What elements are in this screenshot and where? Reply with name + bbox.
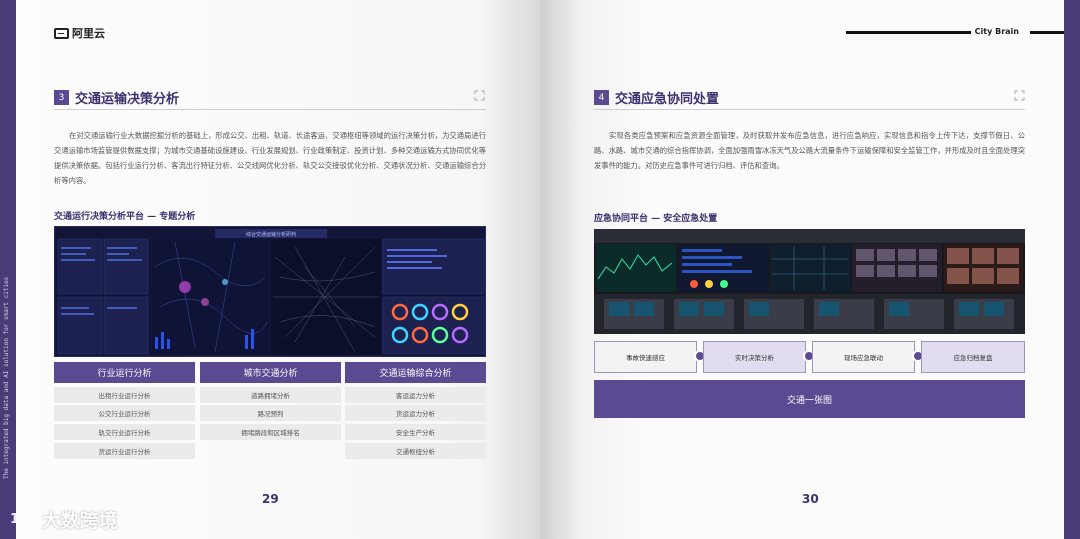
page-number: 29	[262, 492, 279, 506]
flow-step-2: 实时决策分析	[703, 341, 806, 373]
list-item: 出租行业运行分析	[54, 387, 195, 403]
section-number: 4	[594, 90, 609, 105]
right-page: City Brain 4 交通应急协同处置 实现各类应急预案和应急资源全面管理，…	[540, 0, 1064, 539]
list-item: 轨交行业运行分析	[54, 424, 195, 440]
section-heading: 4 交通应急协同处置	[594, 88, 719, 107]
section-rule	[54, 109, 486, 110]
section-title: 交通运输决策分析	[75, 92, 180, 107]
control-room-photo	[594, 229, 1025, 334]
section-number: 3	[54, 90, 69, 105]
book-spread: The integrated big data and AI solution …	[0, 0, 1080, 539]
control-room-graphic	[594, 229, 1025, 334]
flow-step-1: 事故快速感应	[594, 341, 697, 373]
platform-subtitle: 交通运行决策分析平台 — 专题分析	[54, 212, 196, 222]
flow-step-3: 现场应急联动	[812, 341, 915, 373]
aliyun-logo: 阿里云	[54, 25, 105, 41]
flow-step-4: 应急归档复盘	[921, 341, 1025, 373]
list-item: 安全生产分析	[345, 424, 486, 440]
list-item: 道路拥堵分析	[200, 387, 341, 403]
list-item: 客运运力分析	[345, 387, 486, 403]
category-industry-analysis: 行业运行分析	[54, 362, 195, 383]
expand-icon	[1014, 90, 1025, 101]
header-rule-right	[1030, 31, 1064, 34]
list-item: 交通枢纽分析	[345, 443, 486, 459]
category-comprehensive-analysis: 交通运输综合分析	[345, 362, 486, 383]
watermark-logo: 1CO	[10, 512, 38, 527]
list-item: 路况预判	[200, 405, 341, 421]
page-number: 30	[802, 492, 819, 506]
watermark: 1CO 大数跨境	[10, 506, 118, 533]
intro-paragraph: 在对交通运输行业大数据挖掘分析的基础上，形成公交、出租、轨道、长途客运、交通枢纽…	[54, 131, 486, 185]
left-page: 阿里云 3 交通运输决策分析 在对交通运输行业大数据挖掘分析的基础上，形成公交、…	[16, 0, 540, 539]
dashboard-screenshot: 综合交通运输分析研判	[54, 226, 486, 357]
intro-paragraph: 实现各类应急预案和应急资源全面管理，及时获取并发布应急信息，进行应急响应，实现信…	[594, 131, 1025, 170]
dashboard-graphic: 综合交通运输分析研判	[55, 227, 485, 356]
section-rule	[594, 109, 1025, 110]
dashboard-title: 综合交通运输分析研判	[246, 231, 296, 238]
aliyun-logo-icon	[54, 27, 69, 39]
right-cover-edge	[1064, 0, 1080, 539]
city-brain-brand: City Brain	[974, 27, 1019, 36]
list-item: 货运行业运行分析	[54, 443, 195, 459]
list-item: 货运运力分析	[345, 405, 486, 421]
aliyun-logo-text: 阿里云	[72, 27, 105, 40]
traffic-map-bar: 交通一张图	[594, 380, 1025, 418]
list-item: 拥堵路段和区域排名	[200, 424, 341, 440]
expand-icon	[474, 90, 485, 101]
section-title: 交通应急协同处置	[615, 92, 720, 107]
list-item: 公交行业运行分析	[54, 405, 195, 421]
category-city-traffic-analysis: 城市交通分析	[200, 362, 341, 383]
section-heading: 3 交通运输决策分析	[54, 88, 179, 107]
side-vertical-text: The integrated big data and AI solution …	[3, 276, 10, 479]
platform-subtitle: 应急协同平台 — 安全应急处置	[594, 214, 718, 224]
watermark-text: 大数跨境	[41, 510, 118, 532]
header-rule-left	[846, 31, 971, 34]
